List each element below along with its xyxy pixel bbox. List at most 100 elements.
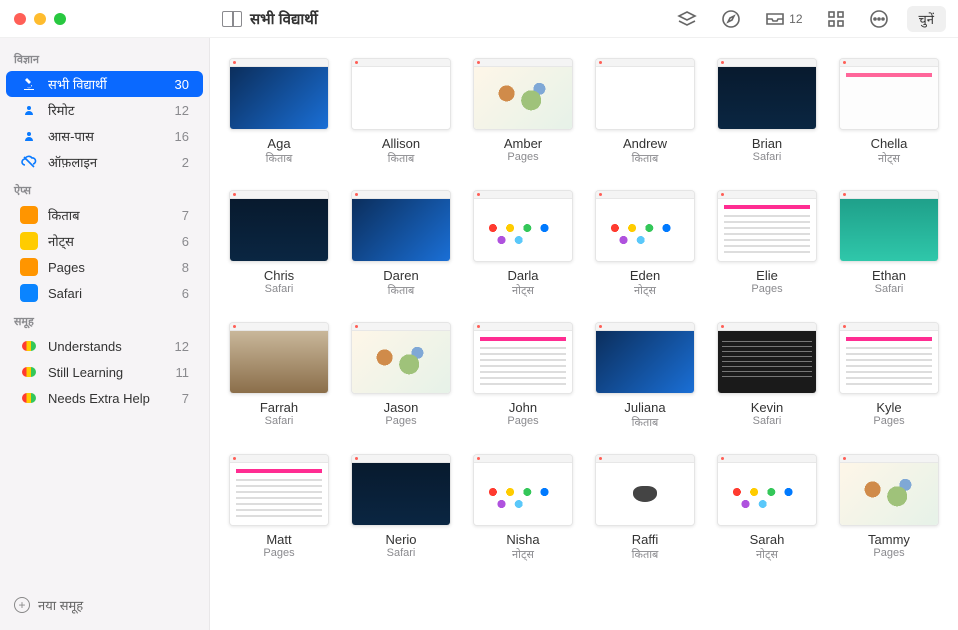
student-app: Pages (873, 415, 904, 427)
plus-icon: + (14, 597, 30, 613)
sidebar-item-count: 6 (182, 286, 189, 301)
student-card[interactable]: Andrew किताब (592, 58, 698, 166)
section-groups-header: समूह (0, 306, 209, 333)
student-card[interactable]: Aga किताब (226, 58, 332, 166)
student-card[interactable]: Chella नोट्स (836, 58, 942, 166)
inbox-icon (765, 11, 785, 27)
student-thumbnail (351, 454, 451, 526)
page-title: सभी विद्यार्थी (222, 9, 318, 29)
sidebar-item-label: Still Learning (48, 365, 166, 380)
student-app: नोट्स (756, 547, 778, 562)
inbox-button[interactable]: 12 (759, 7, 808, 31)
sidebar-item-count: 7 (182, 391, 189, 406)
student-thumbnail (717, 190, 817, 262)
cloud-person-icon (20, 127, 38, 145)
sidebar-item-class-1[interactable]: रिमोट 12 (6, 97, 203, 123)
student-app: नोट्स (512, 283, 534, 298)
student-card[interactable]: Kyle Pages (836, 322, 942, 430)
student-card[interactable]: Nisha नोट्स (470, 454, 576, 562)
student-card[interactable]: Sarah नोट्स (714, 454, 820, 562)
student-app: Pages (263, 547, 294, 559)
student-card[interactable]: Allison किताब (348, 58, 454, 166)
student-name: Kyle (876, 400, 901, 415)
student-card[interactable]: Juliana किताब (592, 322, 698, 430)
sidebar-item-app-0[interactable]: किताब 7 (6, 202, 203, 228)
student-thumbnail (595, 190, 695, 262)
student-thumbnail (229, 454, 329, 526)
sidebar-item-group-1[interactable]: Still Learning 11 (6, 359, 203, 385)
layers-icon (677, 10, 697, 28)
sidebar-item-group-0[interactable]: Understands 12 (6, 333, 203, 359)
student-thumbnail (839, 58, 939, 130)
student-card[interactable]: Raffi किताब (592, 454, 698, 562)
sidebar-item-group-2[interactable]: Needs Extra Help 7 (6, 385, 203, 411)
group-icon (20, 363, 38, 381)
sidebar-item-count: 8 (182, 260, 189, 275)
student-card[interactable]: Jason Pages (348, 322, 454, 430)
student-card[interactable]: Daren किताब (348, 190, 454, 298)
student-thumbnail (229, 58, 329, 130)
student-thumbnail (473, 322, 573, 394)
sidebar-item-app-2[interactable]: Pages 8 (6, 254, 203, 280)
sidebar-item-label: Pages (48, 260, 172, 275)
sidebar-item-label: Needs Extra Help (48, 391, 172, 406)
sidebar-item-class-0[interactable]: सभी विद्यार्थी 30 (6, 71, 203, 97)
select-button[interactable]: चुनें (907, 6, 946, 32)
student-card[interactable]: Eden नोट्स (592, 190, 698, 298)
student-card[interactable]: Farrah Safari (226, 322, 332, 430)
student-card[interactable]: Brian Safari (714, 58, 820, 166)
maximize-window[interactable] (54, 13, 66, 25)
student-card[interactable]: Nerio Safari (348, 454, 454, 562)
student-card[interactable]: Kevin Safari (714, 322, 820, 430)
sidebar-item-class-3[interactable]: ऑफ़लाइन 2 (6, 149, 203, 175)
student-app: Safari (265, 415, 294, 427)
sidebar-item-app-1[interactable]: नोट्स 6 (6, 228, 203, 254)
student-card[interactable]: Amber Pages (470, 58, 576, 166)
student-card[interactable]: Elie Pages (714, 190, 820, 298)
sidebar-item-label: सभी विद्यार्थी (48, 75, 165, 93)
sidebar-item-app-3[interactable]: Safari 6 (6, 280, 203, 306)
student-name: Andrew (623, 136, 667, 151)
student-app: नोट्स (878, 151, 900, 166)
student-card[interactable]: Darla नोट्स (470, 190, 576, 298)
book-icon (222, 11, 242, 27)
close-window[interactable] (14, 13, 26, 25)
sidebar-item-label: रिमोट (48, 101, 165, 119)
student-app: Safari (875, 283, 904, 295)
student-app: Pages (873, 547, 904, 559)
student-name: Farrah (260, 400, 298, 415)
grid-view-button[interactable] (821, 6, 851, 32)
student-name: Brian (752, 136, 782, 151)
window-controls (0, 13, 210, 25)
student-name: Darla (507, 268, 538, 283)
student-name: Juliana (624, 400, 665, 415)
student-card[interactable]: John Pages (470, 322, 576, 430)
sidebar-item-class-2[interactable]: आस-पास 16 (6, 123, 203, 149)
student-name: Allison (382, 136, 420, 151)
sidebar-item-count: 30 (175, 77, 189, 92)
minimize-window[interactable] (34, 13, 46, 25)
student-app: Pages (751, 283, 782, 295)
student-thumbnail (351, 322, 451, 394)
student-card[interactable]: Chris Safari (226, 190, 332, 298)
student-name: Daren (383, 268, 418, 283)
student-thumbnail (595, 322, 695, 394)
sidebar: विज्ञान सभी विद्यार्थी 30 रिमोट 12 आस-पा… (0, 38, 210, 630)
titlebar: सभी विद्यार्थी 12 चुनें (0, 0, 958, 38)
student-card[interactable]: Matt Pages (226, 454, 332, 562)
student-app: Pages (507, 415, 538, 427)
more-button[interactable] (863, 5, 895, 33)
compass-button[interactable] (715, 5, 747, 33)
layers-button[interactable] (671, 6, 703, 32)
new-group-label: नया समूह (38, 596, 83, 614)
app-icon (20, 258, 38, 276)
student-name: Chris (264, 268, 294, 283)
new-group-button[interactable]: + नया समूह (0, 586, 209, 624)
student-name: John (509, 400, 537, 415)
student-card[interactable]: Tammy Pages (836, 454, 942, 562)
student-app: Pages (507, 151, 538, 163)
student-card[interactable]: Ethan Safari (836, 190, 942, 298)
student-name: Eden (630, 268, 660, 283)
group-icon (20, 337, 38, 355)
sidebar-item-count: 7 (182, 208, 189, 223)
